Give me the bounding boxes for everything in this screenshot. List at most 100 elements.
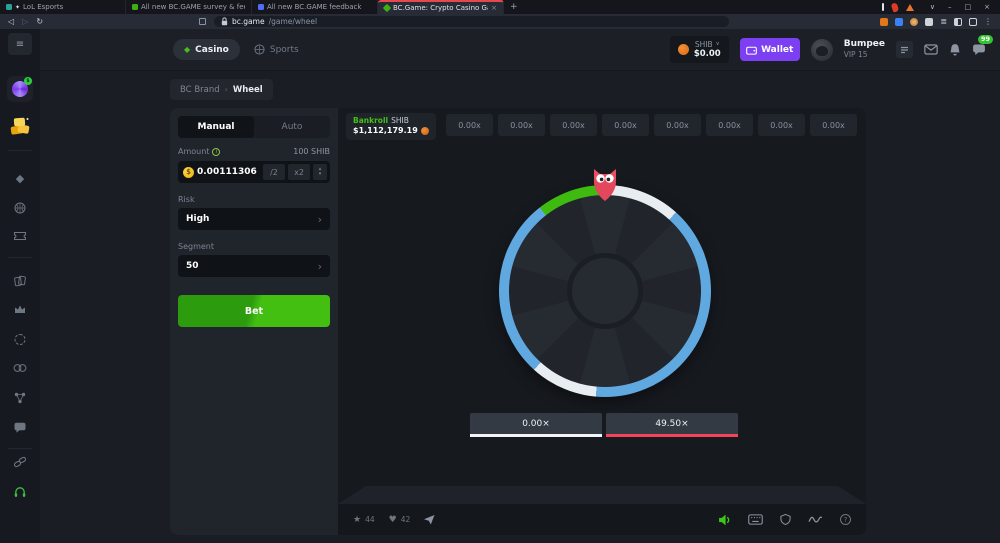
bankroll-label: Bankroll [353, 116, 388, 126]
sidebar-item-casino[interactable]: ◆ [16, 172, 24, 185]
tab-survey[interactable]: All new BC.GAME survey & feedback r [126, 0, 252, 14]
chat-button[interactable]: 99 [972, 43, 986, 56]
notifications-button[interactable] [949, 43, 961, 56]
history-item[interactable]: 0.00x [550, 114, 597, 136]
help-button[interactable]: ? [840, 514, 851, 525]
history-item[interactable]: 0.00x [446, 114, 493, 136]
bell-icon [949, 43, 961, 56]
amount-stepper[interactable]: ▴ ▾ [313, 164, 327, 180]
back-icon[interactable]: ◁ [8, 18, 14, 26]
breadcrumb-section[interactable]: BC Brand [180, 85, 220, 95]
window-maximize-icon[interactable]: □ [965, 3, 972, 11]
browser-extension-icon[interactable] [880, 18, 888, 26]
sidebar-item-vip[interactable] [14, 304, 26, 314]
avatar[interactable] [811, 39, 833, 61]
pepper-extension-icon[interactable] [891, 2, 899, 12]
bet-mode-tabs: Manual Auto [178, 116, 330, 138]
tab-close-icon[interactable]: × [491, 4, 497, 12]
share-button[interactable] [424, 515, 435, 525]
bankroll-box: Bankroll SHIB $1,112,179.19 [346, 113, 436, 140]
browser-extension-icon[interactable] [910, 18, 918, 26]
list-lines-icon [900, 46, 909, 54]
messages-button[interactable] [924, 44, 938, 55]
browser-tab-strip: ✦ LoL Esports All new BC.GAME survey & f… [0, 0, 1000, 14]
share-plane-icon [424, 515, 435, 525]
bet-button[interactable]: Bet [178, 295, 330, 327]
likes-stat[interactable]: ♥ 42 [389, 515, 411, 525]
extensions-puzzle-icon[interactable] [925, 18, 933, 26]
live-stats-button[interactable] [808, 514, 823, 525]
currency-balance: $0.00 [694, 49, 721, 59]
headphones-icon [14, 486, 27, 498]
browser-extension-icon[interactable] [895, 18, 903, 26]
history-item[interactable]: 0.00x [602, 114, 649, 136]
reload-icon[interactable]: ↻ [36, 18, 43, 26]
bookmarks-panel-icon[interactable] [199, 18, 206, 25]
hotkeys-button[interactable] [748, 514, 763, 525]
reading-list-icon[interactable]: ≣ [940, 18, 947, 26]
tab-auto[interactable]: Auto [254, 116, 330, 138]
transactions-button[interactable] [896, 41, 913, 58]
star-icon: ★ [353, 515, 361, 525]
bet-panel: Manual Auto Amount i 100 SHIB $ 0.001113… [170, 108, 338, 535]
tab-manual[interactable]: Manual [178, 116, 254, 138]
nav-casino-tab[interactable]: ◆ Casino [173, 39, 240, 60]
double-bet-button[interactable]: x2 [288, 164, 310, 180]
amount-value[interactable]: 0.00111306 [197, 167, 260, 177]
game-toolbar: ★ 44 ♥ 42 [338, 504, 866, 535]
half-bet-button[interactable]: /2 [263, 164, 285, 180]
user-info[interactable]: Bumpee VIP 15 [844, 39, 885, 60]
sidebar-rewards-button[interactable] [7, 114, 33, 138]
sidebar-item-api[interactable] [14, 456, 27, 468]
tab-lol-esports[interactable]: ✦ LoL Esports [0, 0, 126, 14]
chevron-down-icon: ∨ [716, 41, 720, 48]
info-icon[interactable]: i [212, 148, 220, 156]
address-bar[interactable]: bc.game/game/wheel [214, 16, 729, 27]
history-item[interactable]: 0.00x [706, 114, 753, 136]
split-view-icon[interactable] [954, 18, 962, 26]
risk-label: Risk [178, 195, 330, 204]
sidebar-item-affiliate[interactable] [14, 392, 26, 404]
warning-extension-icon[interactable] [906, 4, 914, 11]
new-tab-button[interactable]: + [504, 0, 524, 14]
favorites-stat[interactable]: ★ 44 [353, 515, 375, 525]
currency-selector[interactable]: SHIB∨ $0.00 [670, 36, 729, 63]
history-item[interactable]: 0.00x [654, 114, 701, 136]
segment-select[interactable]: 50 › [178, 255, 330, 277]
window-chevron-icon[interactable]: ∨ [930, 3, 935, 11]
url-path: /game/wheel [269, 17, 318, 26]
breadcrumb[interactable]: BC Brand › Wheel [170, 79, 273, 100]
sidebar-item-support[interactable] [14, 486, 27, 498]
user-vip-level: VIP 15 [844, 50, 885, 59]
sidebar-item-spin[interactable] [15, 334, 26, 345]
screenshot-icon[interactable] [969, 18, 977, 26]
wallet-button[interactable]: Wallet [740, 38, 800, 61]
sidebar-item-slots[interactable] [14, 275, 26, 287]
sidebar-bonus-button[interactable]: $ [7, 76, 33, 102]
sound-button[interactable] [718, 514, 731, 526]
tab-feedback[interactable]: All new BC.GAME feedback [252, 0, 378, 14]
sidebar-menu-button[interactable]: ≡ [8, 33, 32, 55]
tab-favicon [6, 4, 12, 10]
amount-input[interactable]: $ 0.00111306 /2 x2 ▴ ▾ [178, 161, 330, 183]
coins-icon [14, 363, 27, 373]
risk-select[interactable]: High › [178, 208, 330, 230]
step-down-icon[interactable]: ▾ [319, 172, 322, 178]
history-item[interactable]: 0.00x [498, 114, 545, 136]
casino-diamond-icon: ◆ [184, 45, 190, 54]
sidebar-item-forum[interactable] [14, 422, 27, 433]
stage-floor [338, 486, 866, 504]
sidebar-item-coins[interactable] [14, 363, 27, 373]
owl-pointer-icon [591, 168, 619, 202]
browser-menu-icon[interactable]: ⋮ [984, 18, 992, 26]
fairness-button[interactable] [780, 513, 791, 526]
history-item[interactable]: 0.00x [758, 114, 805, 136]
segment-value: 50 [186, 261, 318, 271]
nav-sports-tab[interactable]: Sports [254, 44, 299, 55]
sidebar-item-lottery[interactable] [14, 231, 27, 241]
window-minimize-icon[interactable]: – [948, 3, 952, 11]
tab-bcgame-active[interactable]: BC.Game: Crypto Casino Games & × [378, 0, 504, 14]
history-item[interactable]: 0.00x [810, 114, 857, 136]
window-close-icon[interactable]: × [984, 3, 990, 11]
sidebar-item-sports[interactable] [14, 202, 26, 214]
